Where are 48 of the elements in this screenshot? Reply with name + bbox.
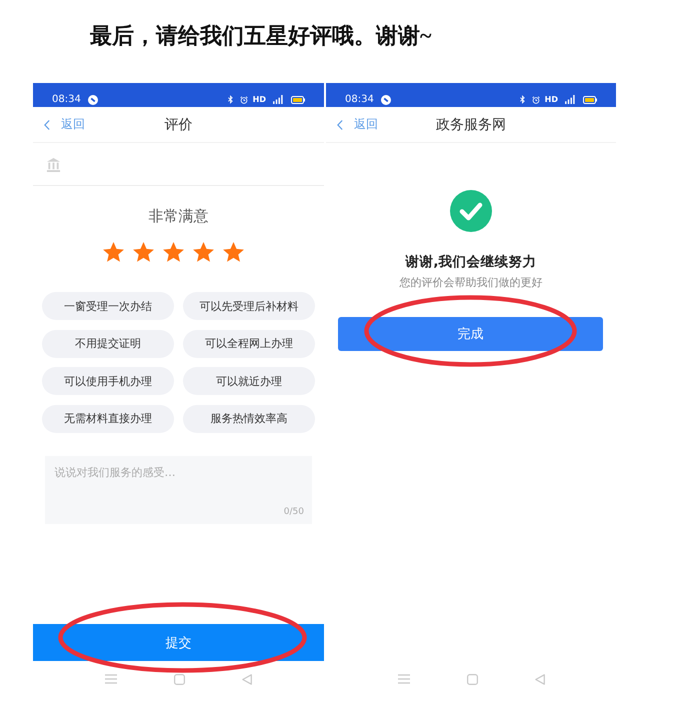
rating-label: 非常满意 <box>148 206 208 226</box>
page-heading: 最后，请给我们五星好评哦。谢谢~ <box>90 22 432 50</box>
star-icon[interactable] <box>193 242 214 262</box>
star-icon[interactable] <box>133 242 154 262</box>
tag-button[interactable]: 可以先受理后补材料 <box>183 292 315 320</box>
check-circle-icon <box>450 190 492 232</box>
star-icon[interactable] <box>163 242 184 262</box>
network-label: HD <box>544 94 558 104</box>
tag-button[interactable]: 无需材料直接办理 <box>42 404 174 432</box>
signal-icon <box>273 95 284 104</box>
comment-placeholder: 说说对我们服务的感受… <box>54 466 176 480</box>
screen-title: 政务服务网 <box>436 116 506 134</box>
star-icon[interactable] <box>223 242 244 262</box>
triangle-icon[interactable] <box>534 674 544 684</box>
tag-button[interactable]: 可以使用手机办理 <box>42 367 174 395</box>
done-button[interactable]: 完成 <box>338 317 603 351</box>
battery-icon <box>583 96 597 104</box>
tag-button[interactable]: 不用提交证明 <box>42 330 174 358</box>
chevron-left-icon <box>337 118 343 130</box>
battery-icon <box>291 96 305 104</box>
tag-button[interactable]: 一窗受理一次办结 <box>42 292 174 320</box>
success-title: 谢谢,我们会继续努力 <box>405 253 537 272</box>
character-counter: 0/50 <box>284 506 304 518</box>
bluetooth-icon <box>228 95 233 104</box>
success-message: 您的评价会帮助我们做的更好 <box>400 275 542 291</box>
submit-button[interactable]: 提交 <box>33 624 324 661</box>
tag-button[interactable]: 服务热情效率高 <box>183 404 315 432</box>
star-rating[interactable] <box>103 242 244 262</box>
tag-button[interactable]: 可以全程网上办理 <box>183 330 315 358</box>
triangle-icon[interactable] <box>242 674 252 684</box>
tag-button[interactable]: 可以就近办理 <box>183 367 315 395</box>
signal-icon <box>565 95 576 104</box>
star-icon[interactable] <box>103 242 124 262</box>
status-circle-icon <box>380 94 391 104</box>
status-time: 08:34 <box>52 94 81 106</box>
square-icon[interactable] <box>174 674 185 684</box>
status-time: 08:34 <box>345 94 374 106</box>
bluetooth-icon <box>520 95 525 104</box>
status-circle-icon <box>88 94 98 104</box>
chevron-left-icon <box>44 118 50 130</box>
screen-title: 评价 <box>164 116 192 134</box>
alarm-clock-icon <box>532 96 540 104</box>
building-icon <box>46 156 61 172</box>
square-icon[interactable] <box>466 674 478 684</box>
menu-icon[interactable] <box>398 674 410 684</box>
alarm-clock-icon <box>240 96 248 104</box>
network-label: HD <box>252 94 266 104</box>
menu-icon[interactable] <box>105 674 117 684</box>
